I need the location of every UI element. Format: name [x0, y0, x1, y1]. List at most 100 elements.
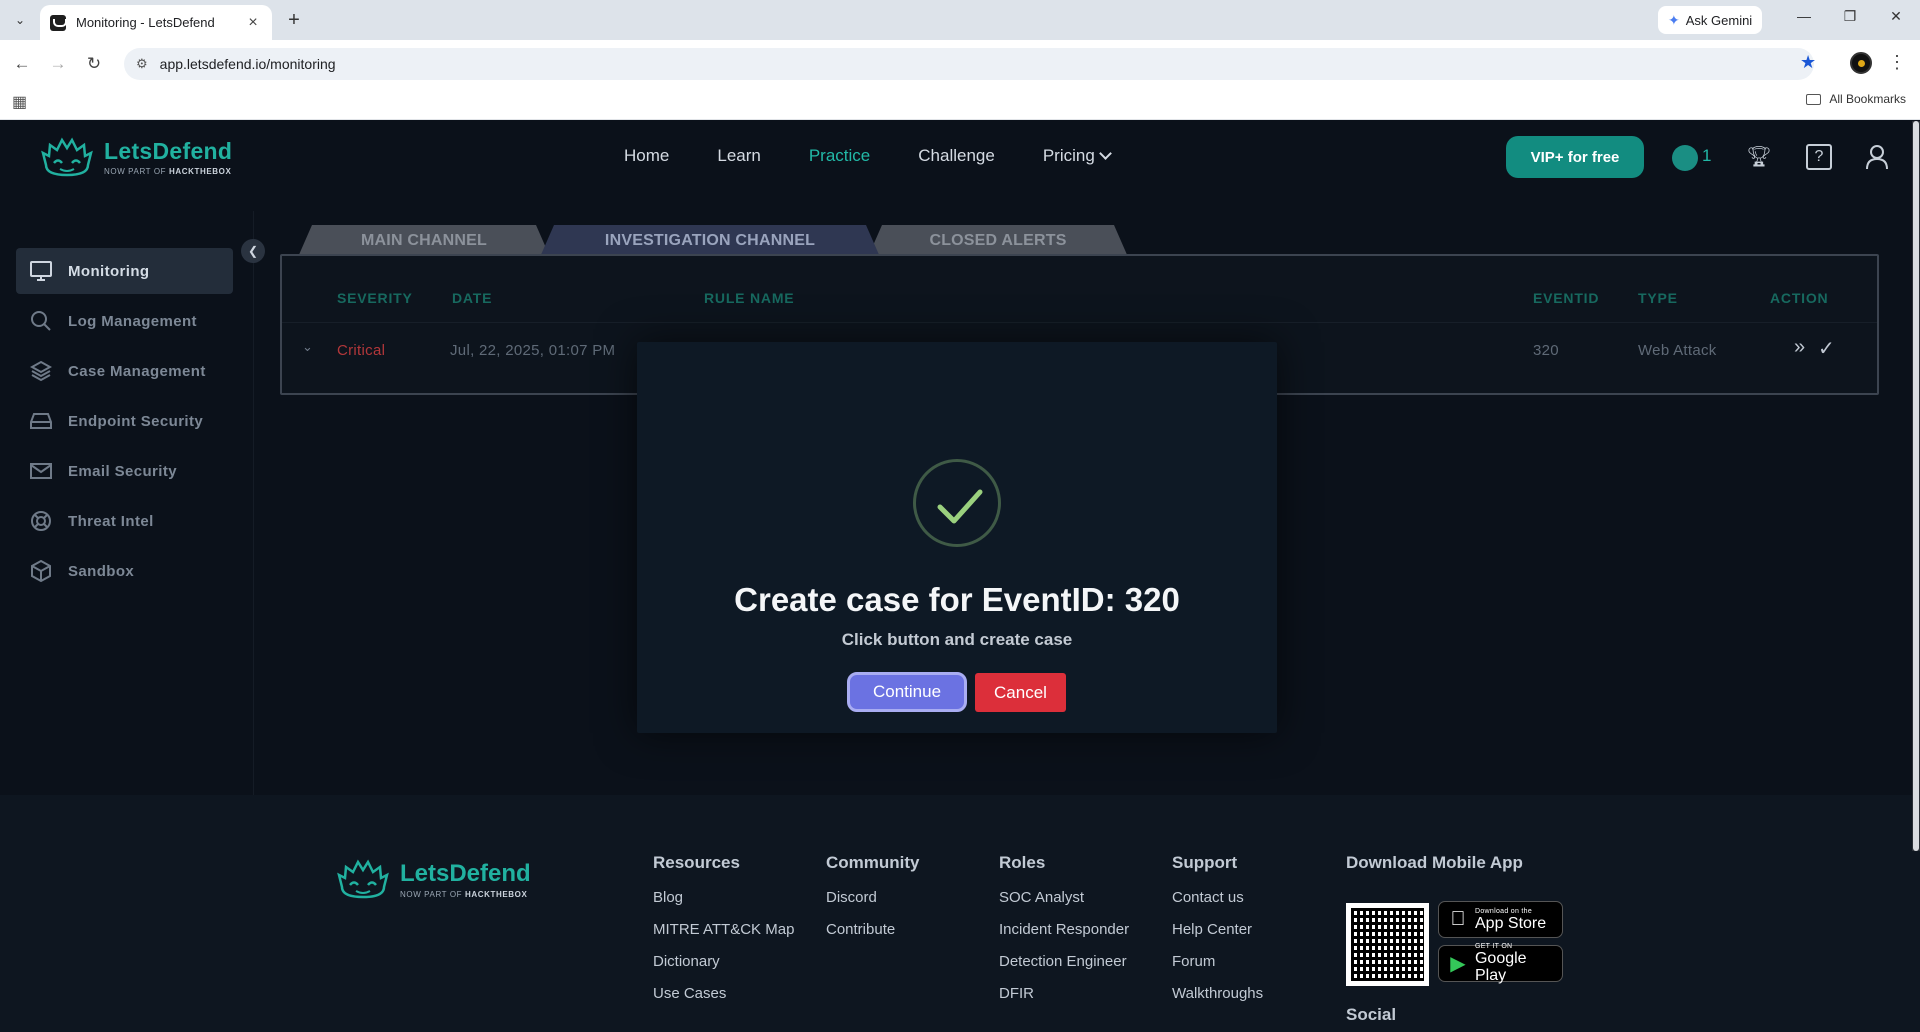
- hard-drive-icon: [30, 410, 52, 432]
- footer-social-heading: Social: [1346, 1005, 1397, 1024]
- footer-link-walkthroughs[interactable]: Walkthroughs: [1172, 985, 1263, 1002]
- trophy-icon[interactable]: 🏆︎: [1746, 144, 1772, 170]
- bookmark-star-icon[interactable]: ★: [1800, 52, 1816, 73]
- tab-main-channel[interactable]: MAIN CHANNEL: [298, 225, 550, 257]
- close-window-icon[interactable]: ✕: [1884, 8, 1908, 25]
- browser-menu-icon[interactable]: ⋮: [1888, 52, 1906, 73]
- col-header-date[interactable]: DATE: [452, 290, 492, 306]
- chevron-down-icon: [1098, 147, 1112, 160]
- apps-grid-icon[interactable]: ▦: [12, 92, 27, 112]
- col-header-rule-name[interactable]: RULE NAME: [704, 290, 794, 306]
- footer-link-use-cases[interactable]: Use Cases: [653, 985, 794, 1002]
- browser-tab[interactable]: Monitoring - LetsDefend ×: [40, 5, 272, 40]
- cancel-button[interactable]: Cancel: [975, 673, 1066, 712]
- all-bookmarks-label: All Bookmarks: [1829, 92, 1906, 106]
- col-header-action: ACTION: [1770, 290, 1829, 306]
- nav-home[interactable]: Home: [624, 146, 669, 166]
- app-store-button[interactable]:  Download on theApp Store: [1438, 901, 1563, 938]
- scrollbar-thumb[interactable]: [1913, 121, 1919, 851]
- profile-avatar-icon[interactable]: [1850, 52, 1872, 74]
- new-tab-button[interactable]: +: [282, 8, 306, 32]
- layers-icon: [30, 360, 52, 382]
- forward-icon[interactable]: →: [46, 52, 70, 76]
- take-ownership-icon[interactable]: »: [1794, 336, 1805, 359]
- check-icon[interactable]: ✓: [1818, 336, 1835, 361]
- nav-pricing[interactable]: Pricing: [1042, 146, 1112, 166]
- globe-icon[interactable]: [1672, 145, 1698, 171]
- sidebar-item-sandbox[interactable]: Sandbox: [16, 548, 233, 594]
- footer-col-support: Support Contact us Help Center Forum Wal…: [1172, 853, 1263, 1017]
- expand-row-icon[interactable]: ⌄: [302, 339, 313, 355]
- help-icon[interactable]: ?: [1806, 144, 1832, 170]
- footer-link-dictionary[interactable]: Dictionary: [653, 953, 794, 970]
- footer-logo[interactable]: LetsDefend NOW PART OF HACKTHEBOX: [336, 857, 531, 901]
- tab-search-icon[interactable]: ⌄: [8, 8, 32, 32]
- nav-learn[interactable]: Learn: [717, 146, 760, 166]
- footer-link-forum[interactable]: Forum: [1172, 953, 1263, 970]
- sidebar-item-monitoring[interactable]: Monitoring: [16, 248, 233, 294]
- footer-link-soc-analyst[interactable]: SOC Analyst: [999, 889, 1129, 906]
- letsdefend-favicon-icon: [50, 14, 67, 31]
- col-header-type[interactable]: TYPE: [1638, 290, 1678, 306]
- sidebar-item-label: Log Management: [68, 312, 197, 330]
- nav-challenge[interactable]: Challenge: [918, 146, 995, 166]
- sidebar-item-email-security[interactable]: Email Security: [16, 448, 233, 494]
- close-tab-icon[interactable]: ×: [244, 14, 262, 32]
- col-header-eventid[interactable]: EVENTID: [1533, 290, 1599, 306]
- ask-gemini-button[interactable]: ✦ Ask Gemini: [1658, 6, 1763, 34]
- collapse-sidebar-button[interactable]: ❮: [241, 239, 265, 263]
- modal-title: Create case for EventID: 320: [734, 581, 1180, 618]
- footer-link-help-center[interactable]: Help Center: [1172, 921, 1263, 938]
- footer-heading: Download Mobile App: [1346, 853, 1523, 872]
- qr-code: [1346, 903, 1429, 986]
- footer-link-incident-responder[interactable]: Incident Responder: [999, 921, 1129, 938]
- sidebar-item-threat-intel[interactable]: Threat Intel: [16, 498, 233, 544]
- google-play-button[interactable]: ▶ GET IT ON Google Play: [1438, 943, 1563, 984]
- letsdefend-app: LetsDefend NOW PART OF HACKTHEBOX Home L…: [0, 121, 1920, 1032]
- footer-link-dfir[interactable]: DFIR: [999, 985, 1129, 1002]
- sidebar-item-log-management[interactable]: Log Management: [16, 298, 233, 344]
- bookmarks-bar: [0, 86, 1920, 120]
- site-info-icon[interactable]: ⚙: [136, 56, 148, 72]
- reload-icon[interactable]: ↻: [82, 52, 106, 76]
- page-scrollbar[interactable]: [1912, 121, 1920, 851]
- tab-investigation-channel[interactable]: INVESTIGATION CHANNEL: [540, 225, 880, 257]
- success-check-icon: [913, 459, 1001, 547]
- sidebar-item-label: Sandbox: [68, 562, 135, 580]
- footer-col-resources: Resources Blog MITRE ATT&CK Map Dictiona…: [653, 853, 794, 1017]
- google-play-icon: ▶: [1450, 953, 1466, 975]
- address-bar[interactable]: ⚙ app.letsdefend.io/monitoring: [124, 48, 1814, 80]
- gemini-spark-icon: ✦: [1668, 11, 1680, 28]
- sidebar-item-label: Endpoint Security: [68, 412, 204, 430]
- globe-count: 1: [1702, 146, 1712, 165]
- nav-practice[interactable]: Practice: [809, 146, 870, 166]
- footer-link-contact[interactable]: Contact us: [1172, 889, 1263, 906]
- letsdefend-mascot-icon: [41, 137, 93, 177]
- footer-link-blog[interactable]: Blog: [653, 889, 794, 906]
- back-icon[interactable]: ←: [10, 52, 34, 76]
- letsdefend-logo[interactable]: LetsDefend NOW PART OF HACKTHEBOX: [40, 135, 232, 179]
- sidebar-item-case-management[interactable]: Case Management: [16, 348, 233, 394]
- restore-icon[interactable]: ❐: [1838, 8, 1862, 25]
- nav-pricing-label: Pricing: [1042, 146, 1095, 165]
- user-icon[interactable]: [1864, 144, 1890, 170]
- continue-button[interactable]: Continue: [847, 672, 967, 712]
- col-header-severity[interactable]: SEVERITY: [337, 290, 413, 306]
- minimize-icon[interactable]: —: [1792, 8, 1816, 24]
- footer-heading: Community: [826, 853, 920, 872]
- footer-link-discord[interactable]: Discord: [826, 889, 920, 906]
- footer-link-mitre[interactable]: MITRE ATT&CK Map: [653, 921, 794, 938]
- search-icon: [30, 310, 52, 332]
- sidebar-item-label: Monitoring: [68, 262, 150, 280]
- footer-link-detection-engineer[interactable]: Detection Engineer: [999, 953, 1129, 970]
- all-bookmarks-button[interactable]: All Bookmarks: [1806, 92, 1906, 106]
- row-severity: Critical: [337, 342, 386, 359]
- apple-icon: : [1447, 908, 1469, 931]
- tab-closed-alerts[interactable]: CLOSED ALERTS: [868, 225, 1128, 257]
- sidebar-item-endpoint-security[interactable]: Endpoint Security: [16, 398, 233, 444]
- gemini-label: Ask Gemini: [1685, 12, 1753, 28]
- mail-icon: [30, 460, 52, 482]
- vip-free-button[interactable]: VIP+ for free: [1506, 136, 1644, 178]
- footer-link-contribute[interactable]: Contribute: [826, 921, 920, 938]
- box-icon: [30, 560, 52, 582]
